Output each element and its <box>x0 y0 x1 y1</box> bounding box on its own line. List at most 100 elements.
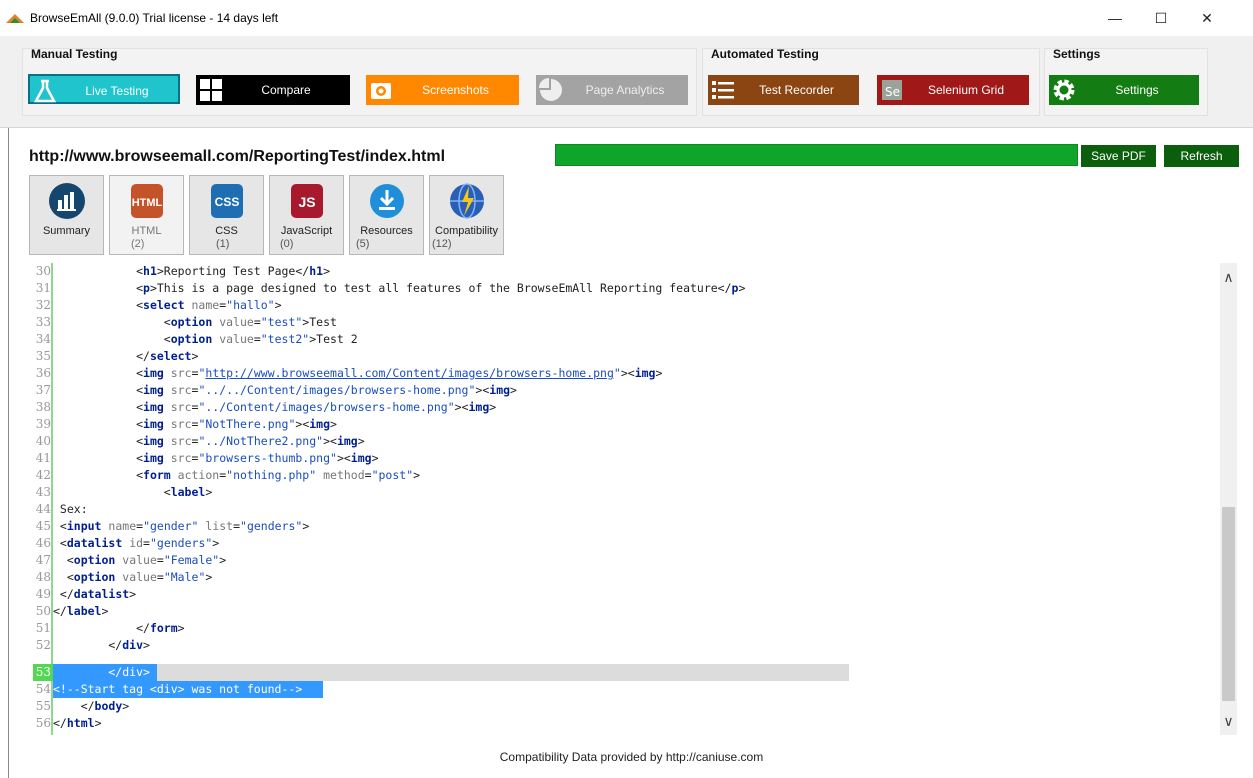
line-number: 40 <box>35 434 51 448</box>
tab-resources-label: Resources <box>360 225 413 237</box>
line-number: 33 <box>35 315 51 329</box>
code-line: 32 <select name="hallo"> <box>9 297 1219 314</box>
list-icon <box>712 81 734 99</box>
line-number: 36 <box>35 366 51 380</box>
line-number: 37 <box>35 383 51 397</box>
minimize-button[interactable]: — <box>1092 0 1138 36</box>
code-line: 50 </label> <box>9 603 1219 620</box>
manual-testing-title: Manual Testing <box>31 47 118 61</box>
tab-summary[interactable]: Summary <box>29 175 104 255</box>
code-line-error: 54 <!--Start tag <div> was not found--> <box>9 681 1219 698</box>
code-line: 48 <option value="Male"> <box>9 569 1219 586</box>
line-number: 45 <box>35 519 51 533</box>
tab-html-count: (2) <box>131 238 145 250</box>
tab-html[interactable]: HTML HTML (2) <box>109 175 184 255</box>
screenshots-label: Screenshots <box>422 83 489 97</box>
line-number: 35 <box>35 349 51 363</box>
tab-javascript-label: JavaScript <box>280 225 333 237</box>
line-number: 41 <box>35 451 51 465</box>
code-line: 40 <img src="../NotThere2.png"><img> <box>9 433 1219 450</box>
scroll-up-arrow-icon[interactable]: ∧ <box>1220 269 1237 285</box>
compare-button[interactable]: Compare <box>196 75 350 105</box>
close-button[interactable]: ✕ <box>1184 0 1230 36</box>
code-line: 45 <input name="gender" list="genders"> <box>9 518 1219 535</box>
tab-html-label: HTML <box>131 225 162 237</box>
gear-icon <box>1053 79 1075 101</box>
line-number: 55 <box>35 699 51 713</box>
code-line: 33 <option value="test">Test <box>9 314 1219 331</box>
line-number: 43 <box>35 485 51 499</box>
automated-testing-title: Automated Testing <box>711 47 819 61</box>
tab-css-count: (1) <box>216 238 230 250</box>
window-title: BrowseEmAll (9.0.0) Trial license - 14 d… <box>30 11 279 25</box>
test-recorder-button[interactable]: Test Recorder <box>708 75 859 105</box>
live-testing-button[interactable]: Live Testing <box>28 74 180 104</box>
code-line: 43 <label> <box>9 484 1219 501</box>
code-line: 51 </form> <box>9 620 1219 637</box>
screenshots-button[interactable]: Screenshots <box>366 75 519 105</box>
scrollbar-thumb[interactable] <box>1222 507 1235 701</box>
code-line: 49 </datalist> <box>9 586 1219 603</box>
code-line: 41 <img src="browsers-thumb.png"><img> <box>9 450 1219 467</box>
settings-group-title: Settings <box>1053 47 1101 61</box>
svg-text:Se: Se <box>885 85 900 99</box>
page-analytics-label: Page Analytics <box>585 83 665 97</box>
code-line: 52 </div> <box>9 637 1219 654</box>
tab-compatibility[interactable]: Compatibility (12) <box>429 175 504 255</box>
page-url: http://www.browseemall.com/ReportingTest… <box>29 148 446 165</box>
code-line: 38 <img src="../Content/images/browsers-… <box>9 399 1219 416</box>
selenium-grid-label: Selenium Grid <box>927 83 1005 97</box>
maximize-button[interactable]: ☐ <box>1138 0 1184 36</box>
vertical-scrollbar[interactable]: ∧ ∨ <box>1220 263 1237 735</box>
report-content: http://www.browseemall.com/ReportingTest… <box>8 128 1253 778</box>
live-testing-label: Live Testing <box>85 84 149 98</box>
code-line: 55 </body> <box>9 698 1219 715</box>
code-line: 47 <option value="Female"> <box>9 552 1219 569</box>
code-line: 36 <img src="http://www.browseemall.com/… <box>9 365 1219 382</box>
svg-text:CSS: CSS <box>215 195 240 209</box>
tab-resources-count: (5) <box>356 238 370 250</box>
line-number: 49 <box>35 587 51 601</box>
bar-chart-icon <box>49 183 85 219</box>
code-line: 34 <option value="test2">Test 2 <box>9 331 1219 348</box>
code-line: 30 <h1>Reporting Test Page</h1> <box>9 263 1219 280</box>
line-number: 30 <box>35 264 51 278</box>
line-number: 44 <box>35 502 51 516</box>
tab-resources[interactable]: Resources (5) <box>349 175 424 255</box>
code-line-selected: 53 </div> <box>9 664 1219 681</box>
page-analytics-button[interactable]: Page Analytics <box>536 75 688 105</box>
line-number: 39 <box>35 417 51 431</box>
line-number: 53 <box>35 665 51 679</box>
code-viewer[interactable]: 30 <h1>Reporting Test Page</h1> 31 <p>Th… <box>9 263 1219 735</box>
code-line: 56 </html> <box>9 715 1219 732</box>
line-number: 51 <box>35 621 51 635</box>
scroll-down-arrow-icon[interactable]: ∨ <box>1220 713 1237 729</box>
line-number: 48 <box>35 570 51 584</box>
tab-css[interactable]: CSS CSS (1) <box>189 175 264 255</box>
css-icon: CSS <box>211 184 243 218</box>
progress-bar <box>555 144 1078 166</box>
pie-chart-icon <box>539 78 562 101</box>
line-number: 56 <box>35 716 51 730</box>
code-line: 37 <img src="../../Content/images/browse… <box>9 382 1219 399</box>
line-number: 31 <box>35 281 51 295</box>
code-line: 35 </select> <box>9 348 1219 365</box>
caniuse-credit: Compatibility Data provided by http://ca… <box>499 750 764 764</box>
test-recorder-label: Test Recorder <box>759 83 834 97</box>
camera-icon <box>371 83 391 99</box>
code-line: 39 <img src="NotThere.png"><img> <box>9 416 1219 433</box>
globe-icon <box>450 183 484 219</box>
tab-javascript[interactable]: JS JavaScript (0) <box>269 175 344 255</box>
error-comment: <!--Start tag <div> was not found--> <box>53 682 303 696</box>
selenium-grid-button[interactable]: Se Selenium Grid <box>877 75 1029 105</box>
line-number: 52 <box>35 638 51 652</box>
line-number: 32 <box>35 298 51 312</box>
refresh-button[interactable]: Refresh <box>1164 145 1239 167</box>
settings-label: Settings <box>1115 83 1159 97</box>
svg-text:HTML: HTML <box>132 197 163 209</box>
app-logo-icon <box>6 14 24 23</box>
save-pdf-button[interactable]: Save PDF <box>1081 145 1156 167</box>
tab-javascript-count: (0) <box>280 238 294 250</box>
settings-button[interactable]: Settings <box>1049 75 1199 105</box>
tab-summary-label: Summary <box>42 225 91 237</box>
